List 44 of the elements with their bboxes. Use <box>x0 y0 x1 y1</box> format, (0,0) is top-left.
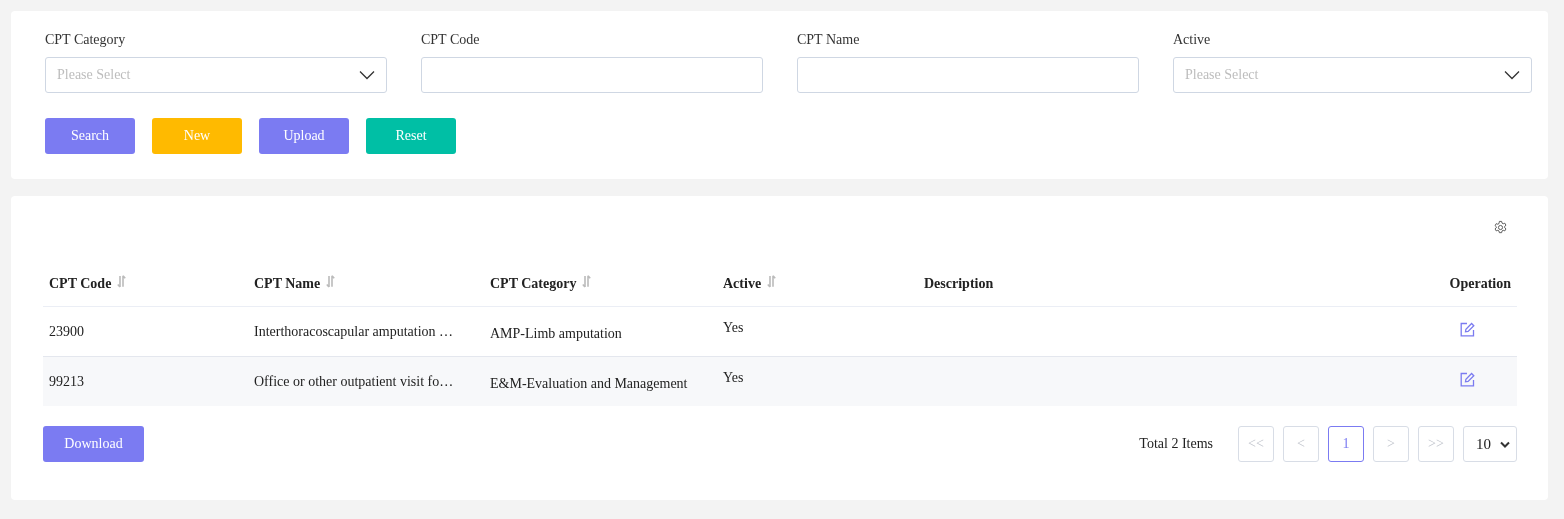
sort-icon[interactable] <box>326 274 338 288</box>
column-header: CPT Code <box>49 276 112 292</box>
table-cell: Interthoracoscapular amputation … <box>254 323 454 339</box>
column-header: Active <box>723 276 762 292</box>
edit-icon[interactable] <box>1460 372 1475 387</box>
sort-icon[interactable] <box>767 274 779 288</box>
action-button[interactable]: Reset <box>366 118 456 154</box>
column-header: CPT Category <box>490 276 577 292</box>
table-cell: Office or other outpatient visit fo… <box>254 373 454 389</box>
page-button[interactable]: > <box>1373 426 1409 462</box>
field-label: CPT Name <box>797 31 861 49</box>
table-cell: E&M-Evaluation and Management <box>490 375 688 391</box>
column-header: CPT Name <box>254 276 321 292</box>
table-cell: 23900 <box>49 323 84 339</box>
select-field[interactable]: Please Select <box>1173 57 1532 93</box>
sort-icon[interactable] <box>582 274 594 288</box>
page-button[interactable]: 1 <box>1328 426 1364 462</box>
column-header: Operation <box>1449 276 1511 292</box>
page-button[interactable]: < <box>1283 426 1319 462</box>
table-cell: Yes <box>723 319 744 335</box>
total-count: Total 2 Items <box>1139 436 1213 452</box>
settings-icon[interactable] <box>1493 220 1508 235</box>
input-field[interactable] <box>421 57 763 93</box>
select-field[interactable]: Please Select <box>45 57 387 93</box>
table-cell: AMP-Limb amputation <box>490 325 622 341</box>
page-button[interactable]: >> <box>1418 426 1454 462</box>
chevron-down-icon <box>1504 70 1520 80</box>
column-header: Description <box>924 276 994 292</box>
field-label: CPT Category <box>45 31 127 49</box>
chevron-down-icon <box>359 70 375 80</box>
chevron-down-icon <box>1500 440 1510 448</box>
table-cell: Yes <box>723 369 744 385</box>
input-field[interactable] <box>797 57 1139 93</box>
edit-icon[interactable] <box>1460 322 1475 337</box>
page-size-select[interactable]: 10 <box>1463 426 1517 462</box>
table-cell: 99213 <box>49 373 84 389</box>
field-label: CPT Code <box>421 31 481 49</box>
download-button[interactable]: Download <box>43 426 144 462</box>
action-button[interactable]: Upload <box>259 118 349 154</box>
sort-icon[interactable] <box>117 274 129 288</box>
page-button[interactable]: << <box>1238 426 1274 462</box>
field-label: Active <box>1173 31 1212 49</box>
action-button[interactable]: Search <box>45 118 135 154</box>
action-button[interactable]: New <box>152 118 242 154</box>
